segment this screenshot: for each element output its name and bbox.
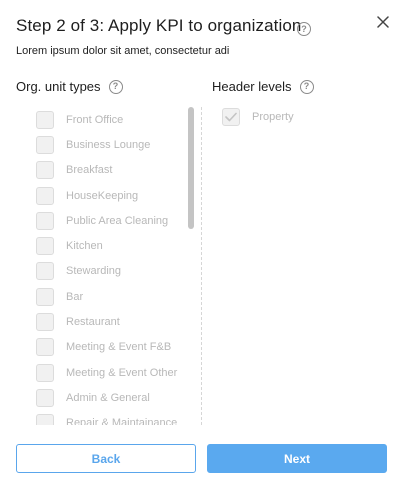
org-unit-types-list: Front Office Business Lounge Breakfast Hous… <box>36 107 186 425</box>
org-unit-checkbox[interactable] <box>36 262 54 281</box>
list-item[interactable]: Meeting & Event F&B <box>36 335 186 360</box>
list-item[interactable]: Admin & General <box>36 385 186 410</box>
apply-kpi-dialog: Step 2 of 3: Apply KPI to organization ?… <box>0 0 403 495</box>
org-unit-checkbox[interactable] <box>36 161 54 180</box>
list-item[interactable]: Repair & Maintainance <box>36 411 186 425</box>
org-unit-label: Stewarding <box>66 265 122 278</box>
org-unit-checkbox[interactable] <box>36 110 54 129</box>
list-item[interactable]: Bar <box>36 284 186 309</box>
list-item[interactable]: Front Office <box>36 107 186 132</box>
list-item[interactable]: Public Area Cleaning <box>36 208 186 233</box>
org-unit-label: Breakfast <box>66 164 113 177</box>
dialog-subtitle: Lorem ipsum dolor sit amet, consectetur … <box>16 45 230 57</box>
org-unit-label: Admin & General <box>66 391 150 404</box>
org-unit-checkbox[interactable] <box>36 135 54 154</box>
org-unit-label: HouseKeeping <box>66 189 139 202</box>
org-unit-label: Repair & Maintainance <box>66 417 178 425</box>
org-unit-checkbox[interactable] <box>36 211 54 230</box>
column-divider <box>201 107 202 425</box>
help-circle-icon[interactable]: ? <box>108 79 123 94</box>
list-item[interactable]: Kitchen <box>36 233 186 258</box>
org-unit-checkbox[interactable] <box>36 388 54 407</box>
org-unit-checkbox[interactable] <box>36 237 54 256</box>
list-item[interactable]: Meeting & Event Other <box>36 360 186 385</box>
org-unit-label: Restaurant <box>66 316 120 329</box>
org-unit-types-label: Org. unit types <box>16 79 101 94</box>
list-item[interactable]: HouseKeeping <box>36 183 186 208</box>
org-unit-checkbox[interactable] <box>36 363 54 382</box>
back-button[interactable]: Back <box>16 444 196 473</box>
org-unit-label: Bar <box>66 290 84 303</box>
org-unit-types-heading: Org. unit types ? <box>16 79 123 94</box>
list-item[interactable]: Restaurant <box>36 309 186 334</box>
next-button[interactable]: Next <box>207 444 387 473</box>
org-list-scrollbar[interactable] <box>188 107 194 229</box>
dialog-title: Step 2 of 3: Apply KPI to organization <box>16 16 302 35</box>
header-level-item[interactable]: Property <box>222 108 294 126</box>
header-levels-label: Header levels <box>212 79 292 94</box>
checkmark-icon <box>225 112 237 122</box>
org-unit-checkbox[interactable] <box>36 414 54 425</box>
help-circle-icon: ? <box>297 22 311 36</box>
list-item[interactable]: Stewarding <box>36 259 186 284</box>
org-unit-label: Business Lounge <box>66 138 151 151</box>
property-checkbox[interactable] <box>222 108 240 126</box>
org-unit-label: Public Area Cleaning <box>66 214 169 227</box>
org-unit-label: Meeting & Event F&B <box>66 341 172 354</box>
org-unit-checkbox[interactable] <box>36 313 54 332</box>
org-unit-label: Kitchen <box>66 240 103 253</box>
org-unit-checkbox[interactable] <box>36 287 54 306</box>
close-button[interactable] <box>373 12 393 32</box>
org-unit-checkbox[interactable] <box>36 186 54 205</box>
header-level-label: Property <box>252 111 294 123</box>
org-unit-checkbox[interactable] <box>36 338 54 357</box>
help-circle-icon[interactable]: ? <box>299 79 314 94</box>
header-levels-heading: Header levels ? <box>212 79 314 94</box>
title-help-button[interactable]: ? <box>297 22 311 36</box>
org-unit-label: Meeting & Event Other <box>66 366 178 379</box>
list-item[interactable]: Business Lounge <box>36 132 186 157</box>
list-item[interactable]: Breakfast <box>36 158 186 183</box>
org-unit-label: Front Office <box>66 113 124 126</box>
close-icon <box>377 16 389 28</box>
